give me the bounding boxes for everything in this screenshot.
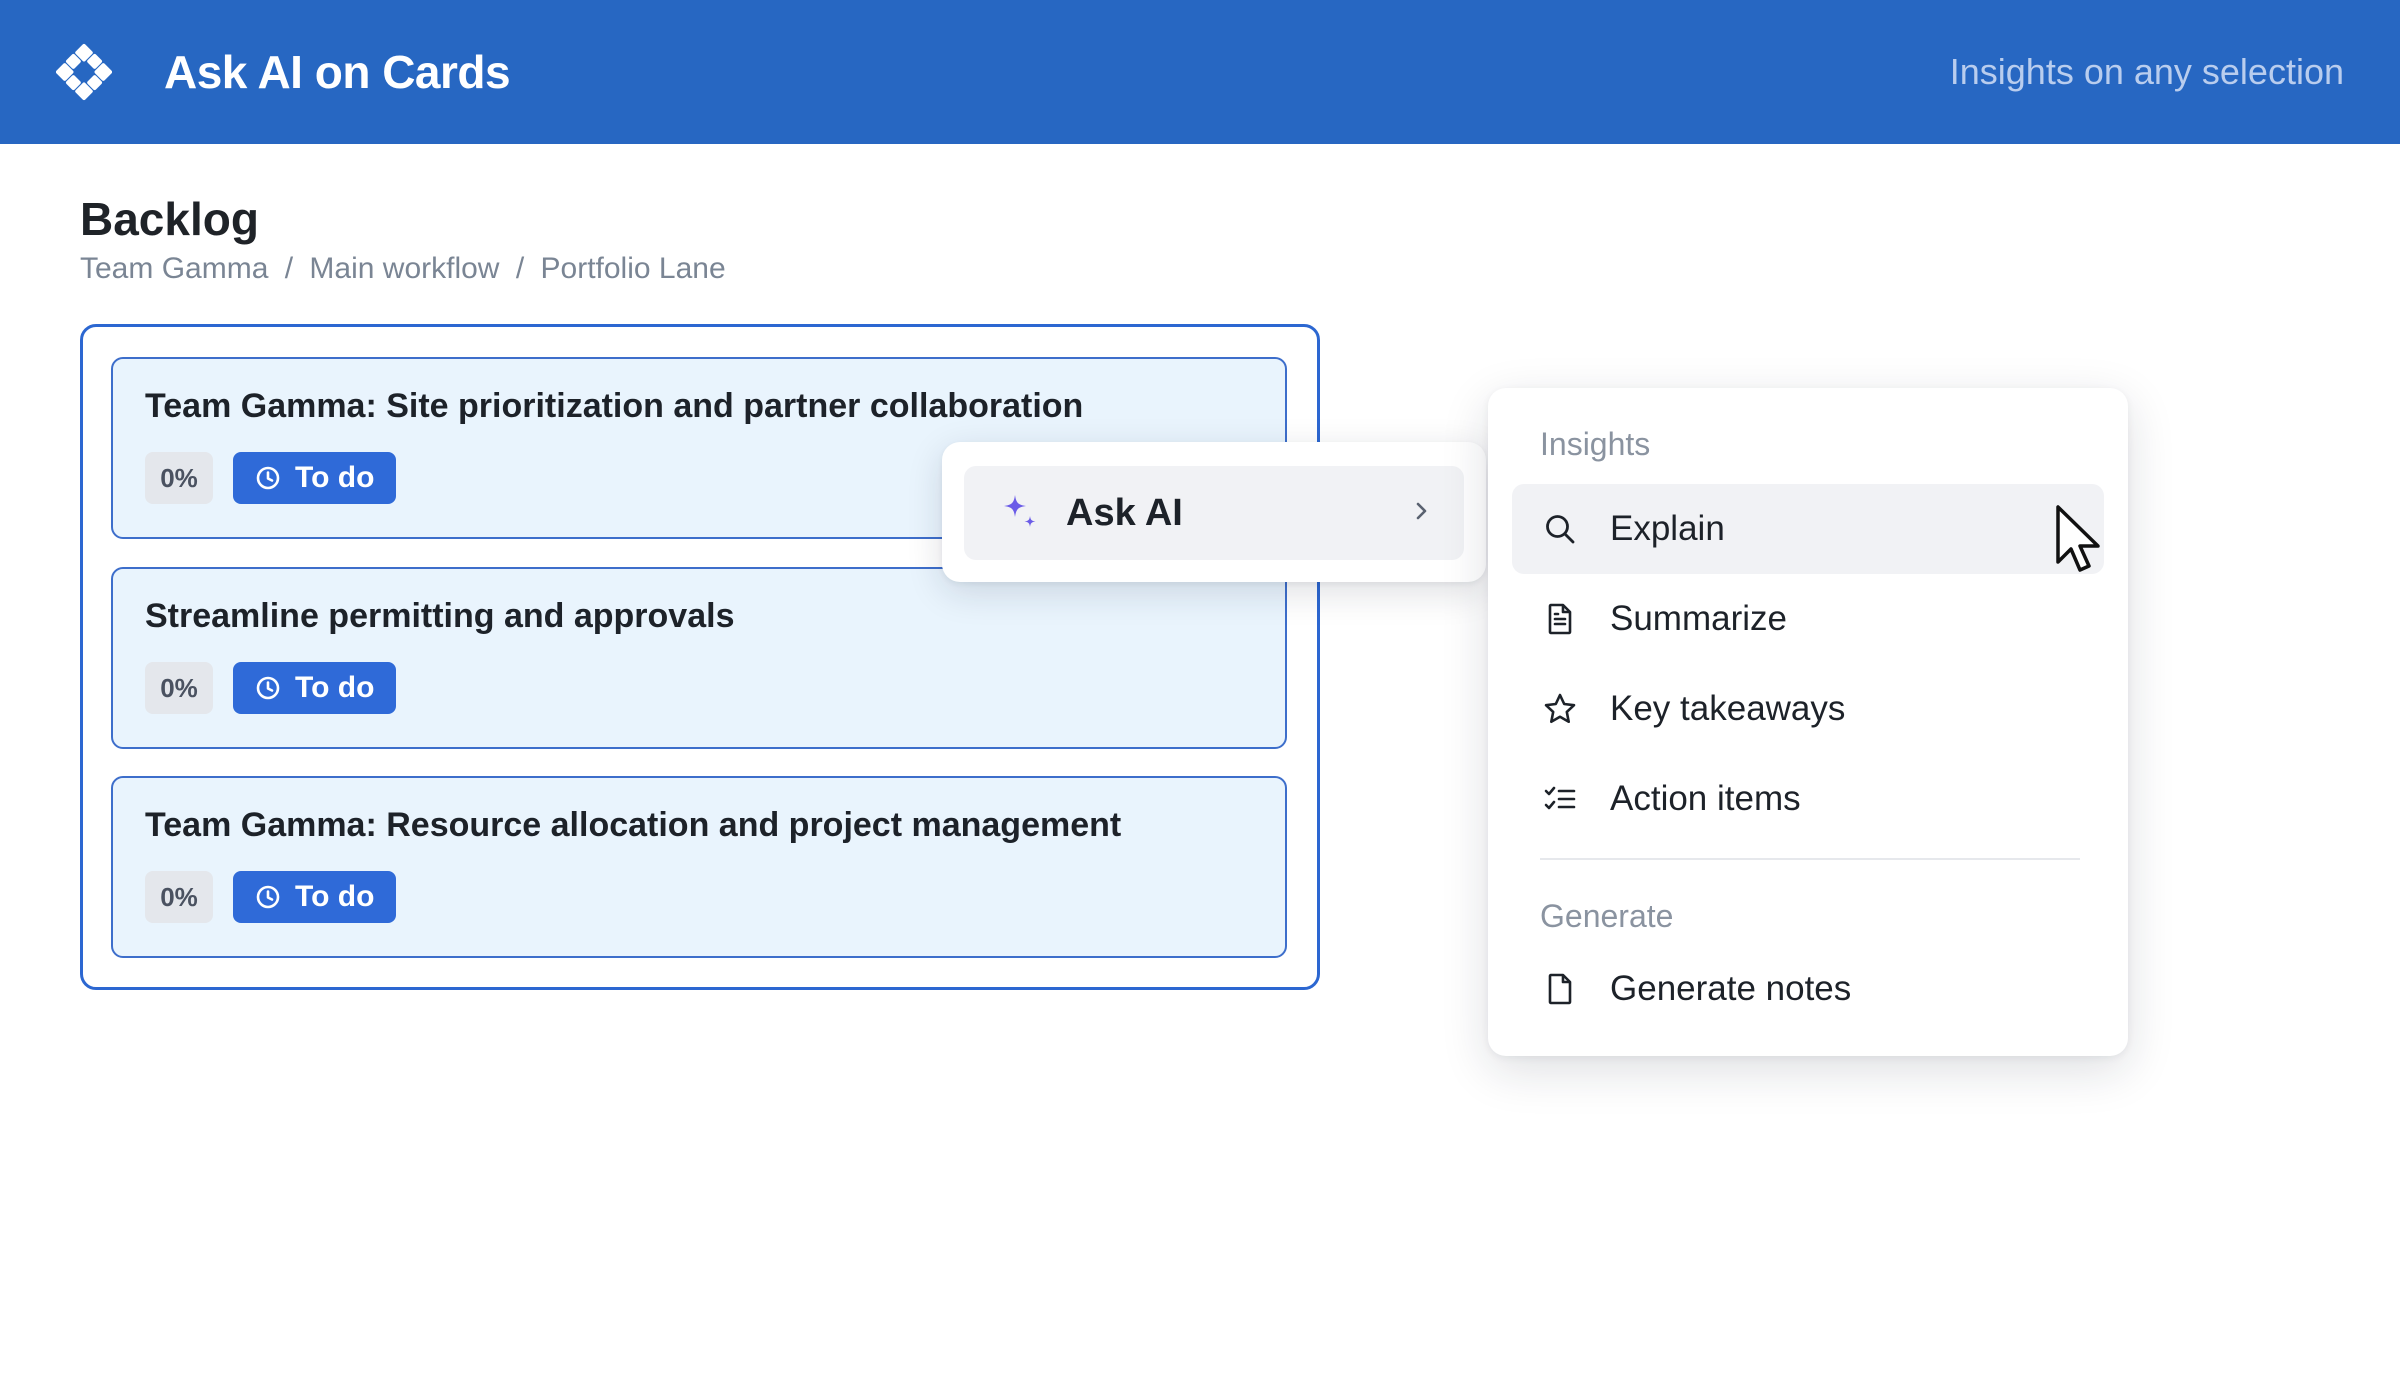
sparkle-icon: [1000, 491, 1040, 536]
clock-icon: [255, 884, 281, 910]
breadcrumb-item-lane[interactable]: Portfolio Lane: [541, 252, 726, 285]
status-badge[interactable]: To do: [233, 662, 397, 714]
menu-item-label: Summarize: [1610, 599, 1787, 638]
app-window: Ask AI on Cards Insights on any selectio…: [0, 0, 2400, 1400]
menu-item-label: Key takeaways: [1610, 689, 1846, 728]
menu-item-label: Explain: [1610, 509, 1725, 548]
menu-item-summarize[interactable]: Summarize: [1512, 574, 2104, 664]
status-label: To do: [295, 671, 375, 704]
menu-item-label: Action items: [1610, 779, 1801, 818]
search-icon: [1540, 509, 1580, 549]
checklist-icon: [1540, 779, 1580, 819]
page-title: Backlog: [80, 193, 259, 245]
card-title: Team Gamma: Site prioritization and part…: [145, 387, 1084, 425]
menu-item-key-takeaways[interactable]: Key takeaways: [1512, 664, 2104, 754]
star-icon: [1540, 689, 1580, 729]
menu-divider: [1540, 858, 2080, 860]
app-title: Ask AI on Cards: [164, 46, 511, 98]
diamond-grid-logo-icon: [56, 43, 112, 101]
menu-item-explain[interactable]: Explain: [1512, 484, 2104, 574]
chevron-right-icon: [1412, 499, 1432, 528]
app-header: Ask AI on Cards Insights on any selectio…: [0, 0, 2400, 144]
status-label: To do: [295, 880, 375, 913]
progress-badge: 0%: [145, 662, 213, 714]
breadcrumb-separator: /: [515, 252, 525, 285]
status-badge[interactable]: To do: [233, 871, 397, 923]
menu-item-action-items[interactable]: Action items: [1512, 754, 2104, 844]
header-tagline: Insights on any selection: [1949, 51, 2344, 92]
file-icon: [1540, 969, 1580, 1009]
section-label-generate: Generate: [1540, 898, 1674, 934]
clock-icon: [255, 465, 281, 491]
breadcrumb-item-team[interactable]: Team Gamma: [80, 252, 268, 285]
progress-badge: 0%: [145, 452, 213, 504]
ask-ai-submenu: Insights Explain Summarize Key takeaways…: [1488, 388, 2128, 1056]
card[interactable]: Streamline permitting and approvals 0% T…: [111, 567, 1287, 749]
clock-icon: [255, 675, 281, 701]
ask-ai-label: Ask AI: [1066, 491, 1183, 534]
progress-badge: 0%: [145, 871, 213, 923]
menu-item-generate-notes[interactable]: Generate notes: [1512, 944, 2104, 1034]
card[interactable]: Team Gamma: Resource allocation and proj…: [111, 776, 1287, 958]
card-title: Team Gamma: Resource allocation and proj…: [145, 806, 1122, 844]
context-menu: Ask AI: [942, 442, 1486, 582]
ask-ai-menu-item[interactable]: Ask AI: [964, 466, 1464, 560]
status-badge[interactable]: To do: [233, 452, 397, 504]
breadcrumb-item-workflow[interactable]: Main workflow: [309, 252, 499, 285]
section-label-insights: Insights: [1540, 426, 1651, 462]
menu-item-label: Generate notes: [1610, 969, 1852, 1008]
card-title: Streamline permitting and approvals: [145, 597, 735, 635]
mouse-pointer-icon: [2054, 504, 2104, 579]
selected-lane[interactable]: Team Gamma: Site prioritization and part…: [80, 324, 1320, 990]
breadcrumb: Team Gamma / Main workflow / Portfolio L…: [80, 252, 726, 286]
status-label: To do: [295, 461, 375, 494]
breadcrumb-separator: /: [284, 252, 294, 285]
document-icon: [1540, 599, 1580, 639]
